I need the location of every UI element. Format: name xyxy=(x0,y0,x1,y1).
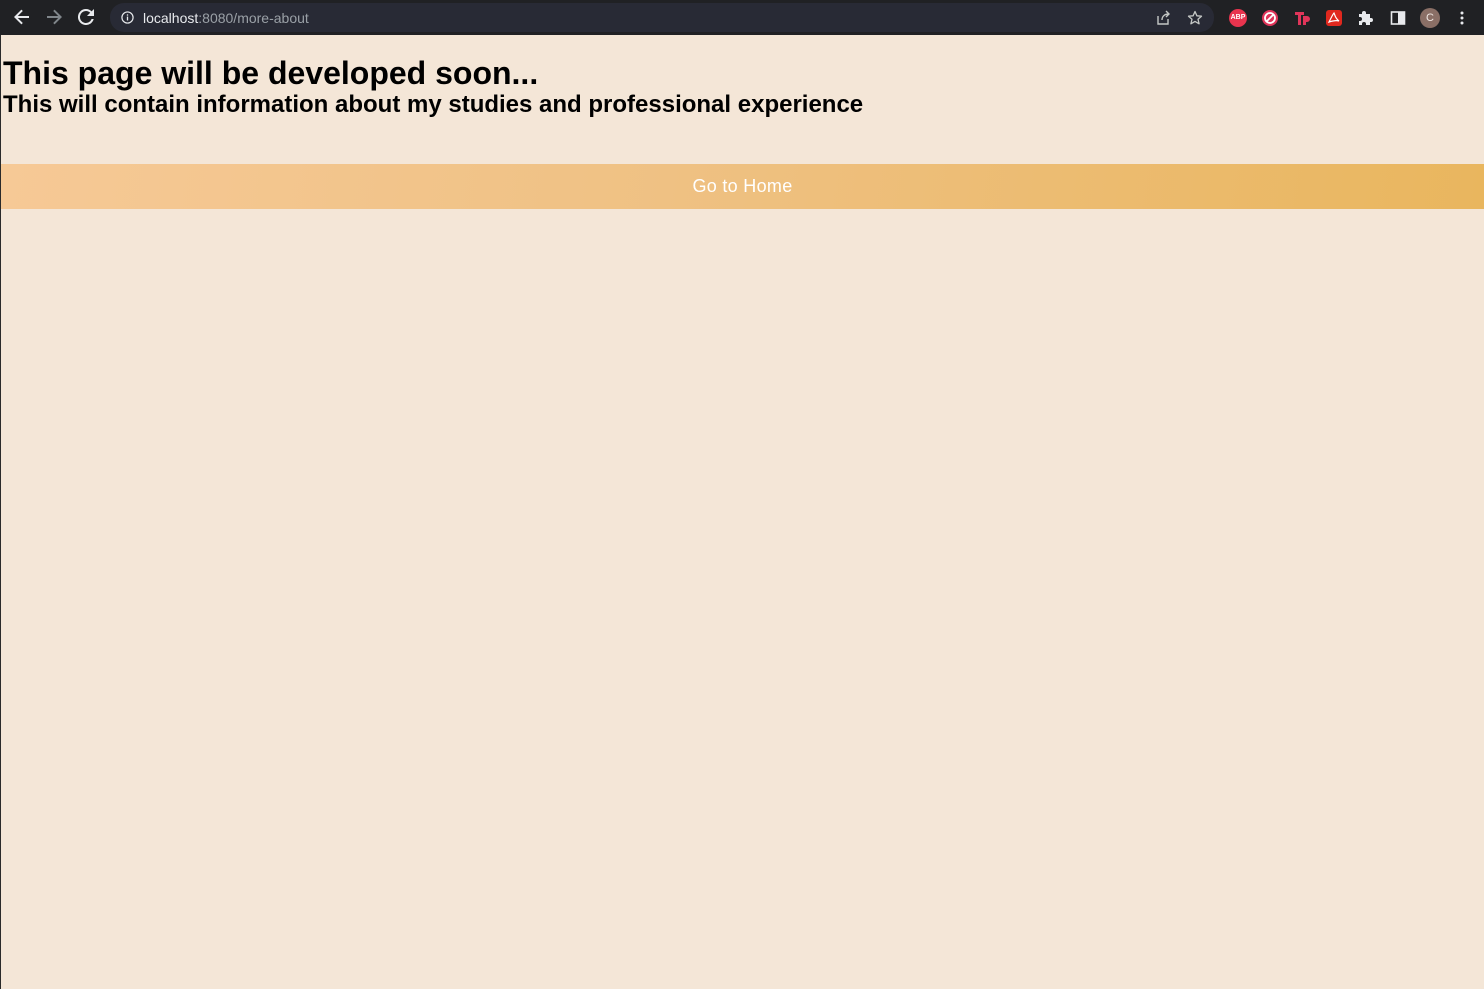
back-button[interactable] xyxy=(6,1,38,33)
adblock-plus-icon[interactable]: ABP xyxy=(1222,2,1254,34)
go-to-home-button[interactable]: Go to Home xyxy=(1,164,1484,209)
url-path: :8080/more-about xyxy=(198,9,309,26)
abp-badge: ABP xyxy=(1229,8,1247,27)
forward-button[interactable] xyxy=(38,1,70,33)
acrobat-icon[interactable] xyxy=(1318,2,1350,34)
reload-button[interactable] xyxy=(70,1,102,33)
arrow-left-icon xyxy=(14,9,29,25)
extensions-area: ABP C xyxy=(1222,0,1478,35)
site-info-icon[interactable] xyxy=(120,11,134,25)
more-menu-icon[interactable] xyxy=(1446,2,1478,34)
avatar: C xyxy=(1420,7,1440,28)
tp-icon[interactable] xyxy=(1286,2,1318,34)
share-icon[interactable] xyxy=(1150,5,1176,31)
page-content: This page will be developed soon... This… xyxy=(0,35,1484,989)
side-panel-icon[interactable] xyxy=(1382,2,1414,34)
address-bar[interactable]: localhost:8080/more-about xyxy=(110,3,1214,32)
url-host: localhost xyxy=(143,9,199,26)
arrow-right-icon xyxy=(47,9,62,25)
puzzle-icon[interactable] xyxy=(1350,2,1382,34)
browser-toolbar: localhost:8080/more-about ABP C xyxy=(0,0,1484,35)
profile-button[interactable]: C xyxy=(1414,2,1446,34)
no-circle-icon[interactable] xyxy=(1254,2,1286,34)
page-title: This page will be developed soon... xyxy=(3,55,539,91)
bookmark-star-icon[interactable] xyxy=(1182,5,1208,31)
reload-icon xyxy=(78,9,94,25)
page-subtitle: This will contain information about my s… xyxy=(3,91,864,118)
